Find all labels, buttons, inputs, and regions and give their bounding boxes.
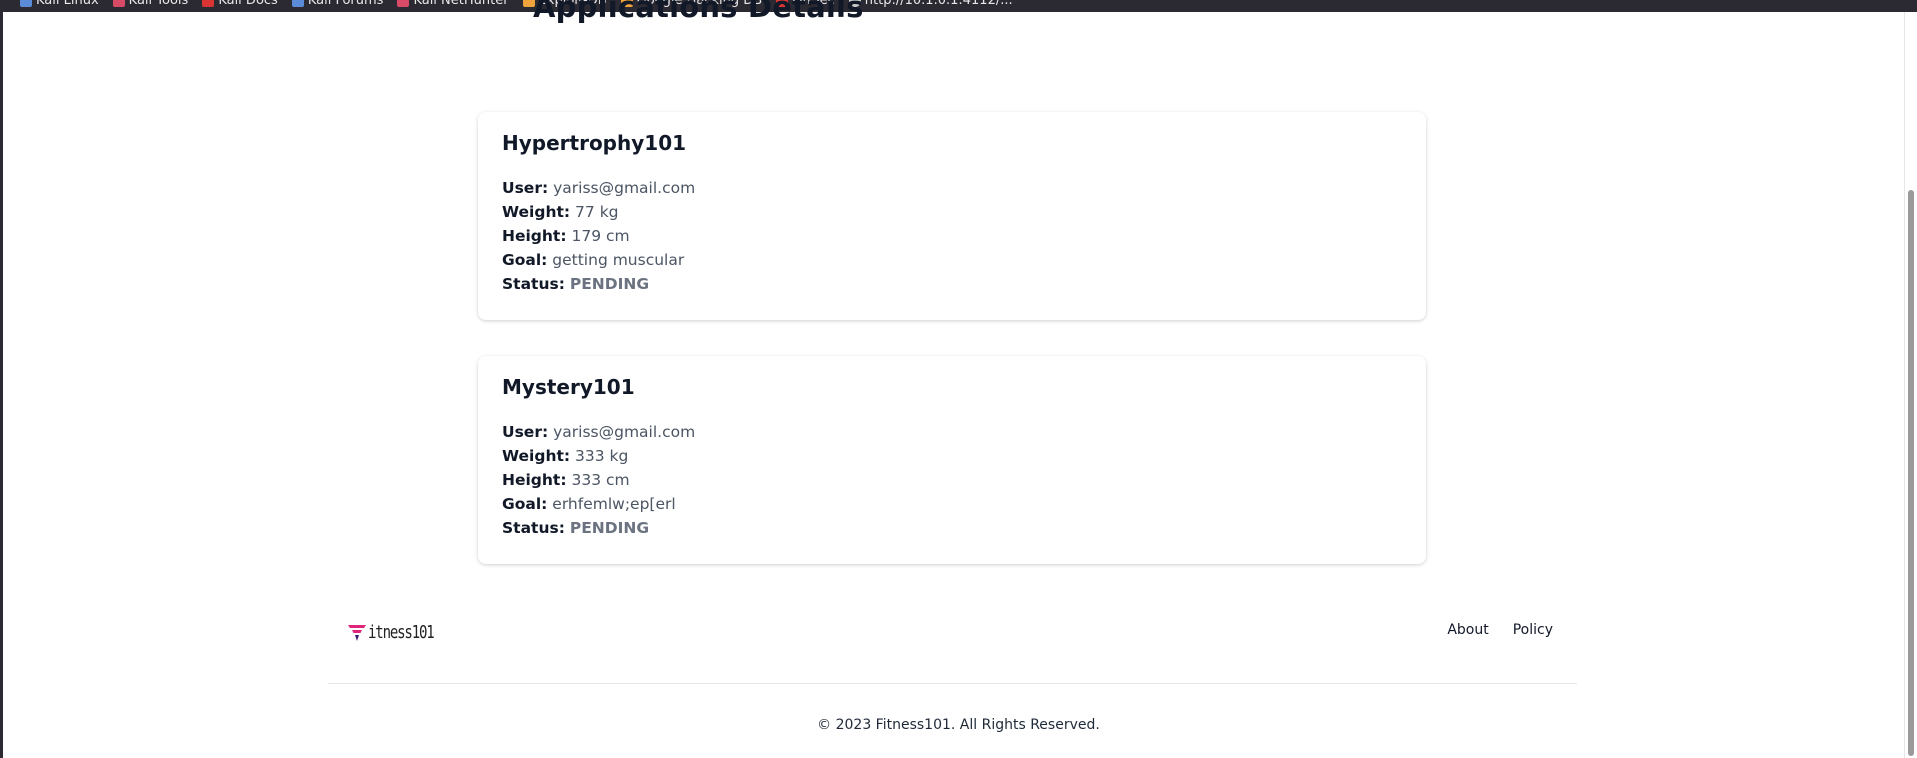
about-link[interactable]: About xyxy=(1447,622,1488,638)
application-user: User: yariss@gmail.com xyxy=(502,176,1402,200)
status-label: Status: xyxy=(502,519,565,537)
scrollbar-thumb[interactable] xyxy=(1908,190,1914,756)
kali-icon xyxy=(20,0,32,7)
bookmark-item[interactable]: Kali Docs xyxy=(202,0,278,8)
bookmark-item[interactable]: Kali Linux xyxy=(20,0,99,8)
kali-icon xyxy=(291,0,304,7)
status-badge: PENDING xyxy=(569,519,650,537)
policy-link[interactable]: Policy xyxy=(1513,622,1553,638)
bookmark-item[interactable]: Kali Tools xyxy=(112,0,188,8)
footer-divider xyxy=(328,683,1577,684)
user-value: yariss@gmail.com xyxy=(553,423,696,441)
application-name: Mystery101 xyxy=(502,375,635,399)
kali-icon xyxy=(202,0,215,7)
status-label: Status: xyxy=(502,275,565,293)
user-value: yariss@gmail.com xyxy=(553,179,696,197)
height-label: Height: xyxy=(502,471,567,489)
bookmark-item[interactable]: Kali NetHunter xyxy=(397,0,509,8)
application-height: Height: 333 cm xyxy=(502,468,1402,492)
height-value: 179 cm xyxy=(571,227,630,245)
footer-nav: About Policy xyxy=(1447,622,1553,638)
application-card: Mystery101 User: yariss@gmail.com Weight… xyxy=(478,356,1426,564)
kali-icon xyxy=(397,0,410,7)
page-title: Applications Details xyxy=(533,0,864,24)
kali-icon xyxy=(112,0,125,7)
application-name: Hypertrophy101 xyxy=(502,131,687,155)
copyright-text: © 2023 Fitness101. All Rights Reserved. xyxy=(817,717,1100,733)
weight-value: 77 kg xyxy=(575,203,619,221)
weight-label: Weight: xyxy=(502,203,571,221)
fitness-logo-icon xyxy=(348,624,366,641)
goal-label: Goal: xyxy=(502,251,548,269)
goal-label: Goal: xyxy=(502,495,548,513)
logo-text: itness101 xyxy=(368,622,435,643)
application-height: Height: 179 cm xyxy=(502,224,1402,248)
application-status: Status: PENDING xyxy=(502,272,1402,296)
status-badge: PENDING xyxy=(569,275,650,293)
height-value: 333 cm xyxy=(571,471,630,489)
browser-bookmarks-bar: Kali Linux Kali Tools Kali Docs Kali For… xyxy=(0,0,1917,12)
application-weight: Weight: 333 kg xyxy=(502,444,1402,468)
bookmark-item[interactable]: Kali Forums xyxy=(291,0,383,8)
user-label: User: xyxy=(502,423,549,441)
application-goal: Goal: erhfemlw;ep[erl xyxy=(502,492,1402,516)
bookmark-item[interactable]: http://10.1.0.1:4112/... xyxy=(848,0,1013,8)
application-card: Hypertrophy101 User: yariss@gmail.com We… xyxy=(478,112,1426,320)
weight-value: 333 kg xyxy=(575,447,629,465)
goal-value: getting muscular xyxy=(552,251,685,269)
application-weight: Weight: 77 kg xyxy=(502,200,1402,224)
window-left-border xyxy=(0,0,3,758)
application-goal: Goal: getting muscular xyxy=(502,248,1402,272)
application-user: User: yariss@gmail.com xyxy=(502,420,1402,444)
height-label: Height: xyxy=(502,227,567,245)
application-status: Status: PENDING xyxy=(502,516,1402,540)
user-label: User: xyxy=(502,179,549,197)
goal-value: erhfemlw;ep[erl xyxy=(552,495,676,513)
scrollbar-track[interactable] xyxy=(1904,12,1917,758)
footer-logo[interactable]: itness101 xyxy=(348,622,452,643)
weight-label: Weight: xyxy=(502,447,571,465)
